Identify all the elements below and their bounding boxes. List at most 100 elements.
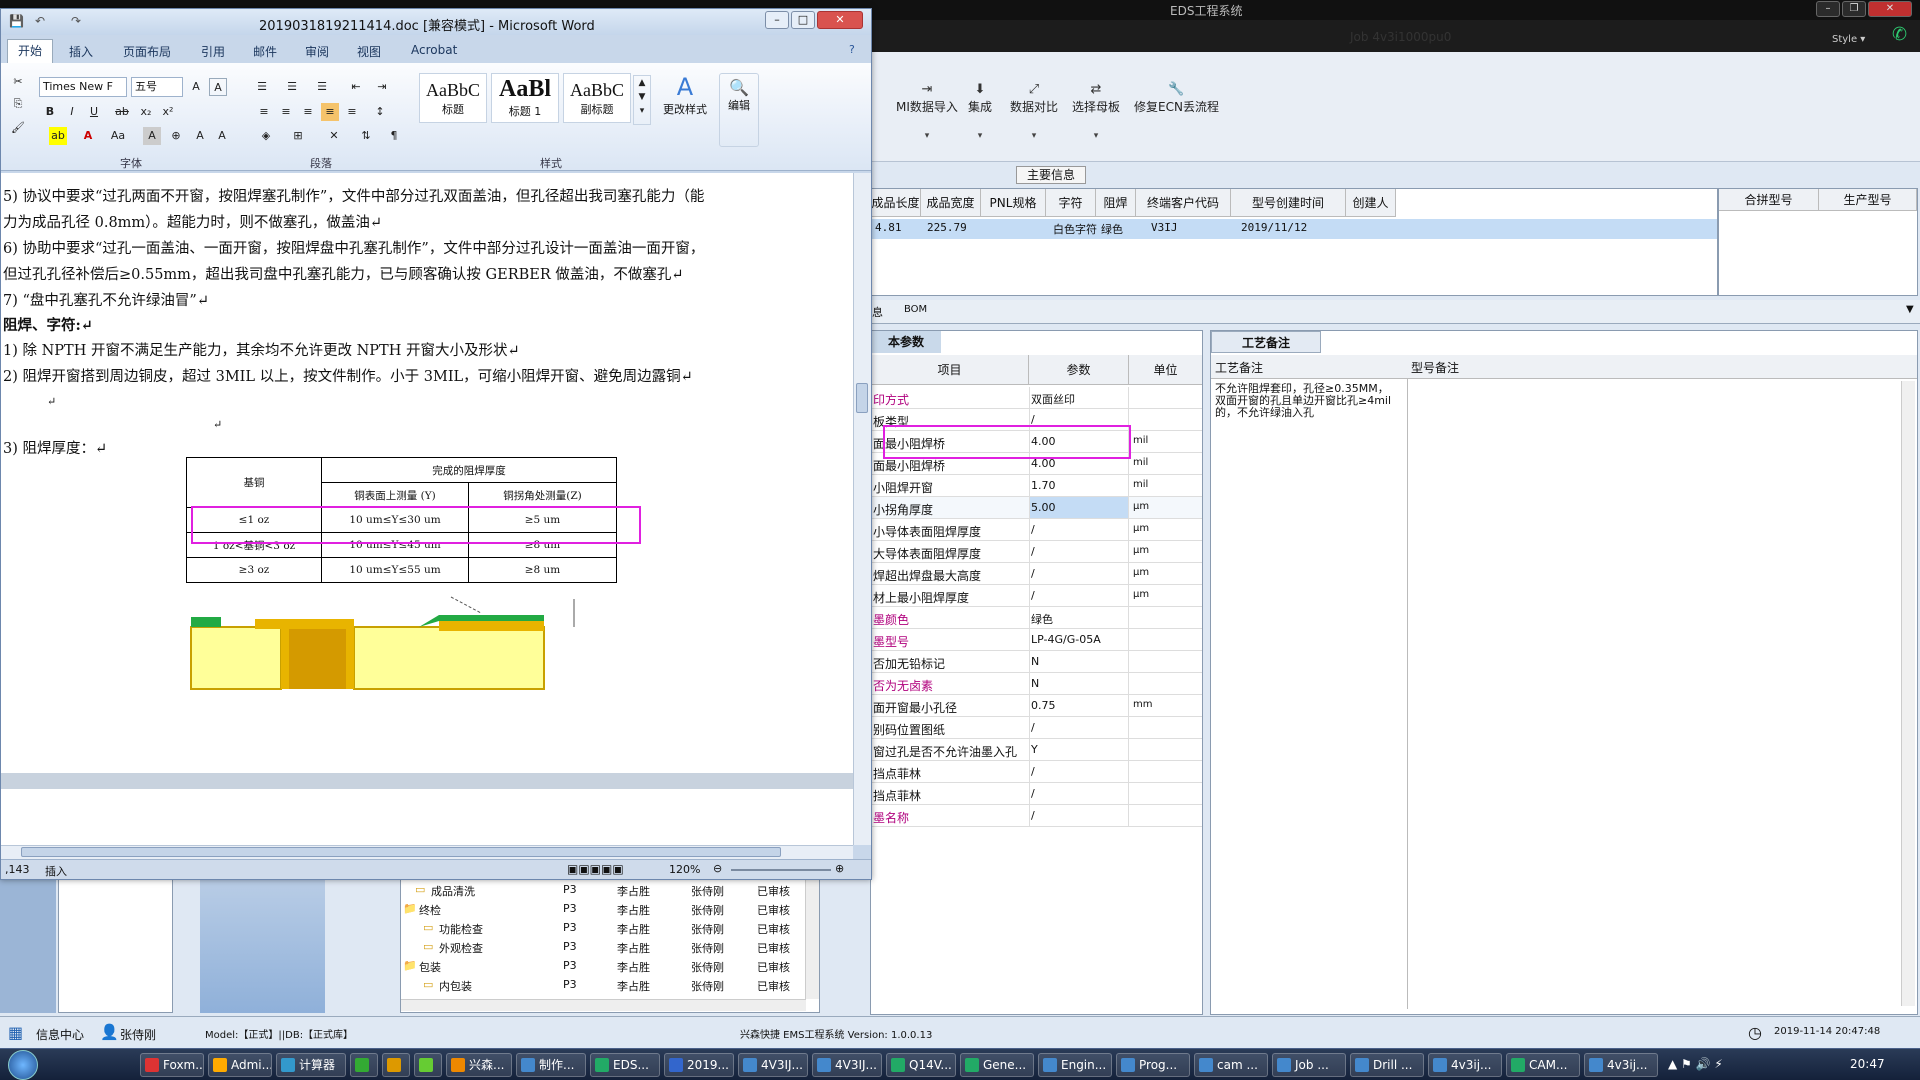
- grow-font-icon[interactable]: A: [187, 78, 205, 96]
- tab-references[interactable]: 引用: [201, 43, 225, 60]
- taskbar-clock[interactable]: 20:47: [1850, 1057, 1885, 1071]
- param-row[interactable]: 小拐角厚度 5.00 μm: [871, 497, 1202, 519]
- show-marks-icon[interactable]: ¶: [385, 127, 403, 145]
- taskbar-item[interactable]: 4v3ij...: [1428, 1053, 1502, 1077]
- zoom-slider[interactable]: [731, 869, 831, 871]
- tab-insert[interactable]: 插入: [69, 43, 93, 60]
- collapse-icon[interactable]: ▼: [1906, 304, 1914, 315]
- chinese-layout-icon[interactable]: ✕: [325, 127, 343, 145]
- shading-icon[interactable]: ◈: [257, 127, 275, 145]
- zoom-in-icon[interactable]: ⊕: [835, 862, 844, 875]
- multilevel-list-icon[interactable]: ☰: [313, 78, 331, 96]
- eds-close-button[interactable]: ✕: [1868, 1, 1912, 17]
- char-shading-icon[interactable]: A: [143, 127, 161, 145]
- tree-item[interactable]: 📁 终检 P3 李占胜 张侍刚 已审核: [401, 900, 801, 919]
- taskbar-item[interactable]: Job ...: [1272, 1053, 1346, 1077]
- tab-view[interactable]: 视图: [357, 43, 381, 60]
- param-row[interactable]: 墨名称 /: [871, 805, 1202, 827]
- col-header[interactable]: 参数: [1029, 355, 1129, 385]
- param-row[interactable]: 否为无卤素 N: [871, 673, 1202, 695]
- taskbar-item[interactable]: CAM...: [1506, 1053, 1580, 1077]
- param-value-cell[interactable]: [1029, 673, 1129, 694]
- integrate-button[interactable]: ⬇ 集成 ▾: [968, 82, 992, 141]
- insert-mode-status[interactable]: 插入: [45, 863, 67, 879]
- change-styles-button[interactable]: A 更改样式: [657, 73, 713, 117]
- col-header[interactable]: 型号创建时间: [1231, 189, 1346, 217]
- col-header[interactable]: 合拼型号: [1719, 189, 1819, 211]
- save-icon[interactable]: 💾: [9, 14, 24, 28]
- decrease-indent-icon[interactable]: ⇤: [347, 78, 365, 96]
- col-header[interactable]: 工艺备注: [1215, 359, 1263, 376]
- zoom-out-icon[interactable]: ⊖: [713, 862, 722, 875]
- grow-font-icon[interactable]: A: [191, 127, 209, 145]
- param-value-cell[interactable]: [1029, 761, 1129, 782]
- taskbar-item[interactable]: 4v3ij...: [1584, 1053, 1658, 1077]
- process-note-text[interactable]: 不允许阻焊套印，孔径≥0.35MM，双面开窗的孔且单边开窗比孔≥4mil的，不允…: [1215, 383, 1395, 419]
- style-dropdown[interactable]: Style ▾: [1832, 34, 1865, 45]
- taskbar-item[interactable]: 兴森...: [446, 1053, 512, 1077]
- taskbar-item[interactable]: 2019...: [664, 1053, 734, 1077]
- word-maximize-button[interactable]: □: [791, 11, 815, 29]
- style-title[interactable]: AaBbC 标题: [419, 73, 487, 123]
- param-row[interactable]: 否加无铅标记 N: [871, 651, 1202, 673]
- param-value-cell[interactable]: [1029, 519, 1129, 540]
- select-board-button[interactable]: ⇄ 选择母板 ▾: [1072, 82, 1120, 141]
- col-header[interactable]: 创建人: [1346, 189, 1396, 217]
- scrollbar[interactable]: [805, 879, 819, 999]
- phone-icon[interactable]: ✆: [1892, 24, 1907, 45]
- change-case-icon[interactable]: Aa: [109, 127, 127, 145]
- col-header[interactable]: 单位: [1129, 355, 1202, 385]
- mi-import-button[interactable]: ⇥ MI数据导入 ▾: [896, 82, 958, 141]
- param-row[interactable]: 墨型号 LP-4G/G-05A: [871, 629, 1202, 651]
- nav-panel[interactable]: [200, 878, 325, 1013]
- param-row[interactable]: 挡点菲林 /: [871, 783, 1202, 805]
- increase-indent-icon[interactable]: ⇥: [373, 78, 391, 96]
- enclose-char-icon[interactable]: ⊕: [167, 127, 185, 145]
- param-value-cell[interactable]: [1029, 805, 1129, 826]
- repair-ecn-button[interactable]: 🔧 修复ECN丢流程: [1134, 82, 1219, 115]
- taskbar-item[interactable]: [414, 1053, 442, 1077]
- tree-item[interactable]: ▭ 内包装 P3 李占胜 张侍刚 已审核: [401, 976, 801, 995]
- col-header[interactable]: 字符: [1046, 189, 1096, 217]
- strikethrough-icon[interactable]: ab: [113, 103, 131, 121]
- align-left-icon[interactable]: ≡: [255, 103, 273, 121]
- underline-icon[interactable]: U: [85, 103, 103, 121]
- taskbar-item[interactable]: cam ...: [1194, 1053, 1268, 1077]
- shrink-font-icon[interactable]: A: [213, 127, 231, 145]
- redo-icon[interactable]: ↷: [71, 14, 81, 28]
- superscript-icon[interactable]: x²: [159, 103, 177, 121]
- tray-icons[interactable]: ▲ ⚑ 🔊 ⚡: [1668, 1057, 1723, 1071]
- col-header[interactable]: PNL规格: [981, 189, 1046, 217]
- zoom-level[interactable]: 120%: [669, 863, 700, 876]
- col-header[interactable]: 成品长度: [871, 189, 921, 217]
- font-color-icon[interactable]: A: [79, 127, 97, 145]
- tab-home[interactable]: 开始: [7, 39, 54, 63]
- tree-item[interactable]: ▭ 功能检查 P3 李占胜 张侍刚 已审核: [401, 919, 801, 938]
- subscript-icon[interactable]: x₂: [137, 103, 155, 121]
- taskbar-item[interactable]: 制作...: [516, 1053, 586, 1077]
- param-value-cell[interactable]: [1029, 717, 1129, 738]
- horizontal-scrollbar[interactable]: [1, 845, 853, 859]
- undo-icon[interactable]: ↶: [35, 14, 45, 28]
- document-page-next[interactable]: [1, 789, 853, 845]
- param-value-cell[interactable]: [1029, 783, 1129, 804]
- param-row[interactable]: 小导体表面阻焊厚度 / μm: [871, 519, 1202, 541]
- param-value-cell[interactable]: [1029, 563, 1129, 584]
- compare-button[interactable]: ⤢ 数据对比 ▾: [1010, 82, 1058, 141]
- tab-bom[interactable]: BOM: [904, 304, 927, 315]
- font-size-dropdown[interactable]: 五号: [131, 77, 183, 97]
- col-header[interactable]: 阻焊: [1096, 189, 1136, 217]
- taskbar-item[interactable]: Drill ...: [1350, 1053, 1424, 1077]
- style-heading-1[interactable]: AaBl 标题 1: [491, 73, 559, 123]
- tree-item[interactable]: ▭ 外观检查 P3 李占胜 张侍刚 已审核: [401, 938, 801, 957]
- bold-icon[interactable]: B: [41, 103, 59, 121]
- scroll-thumb[interactable]: [21, 847, 781, 857]
- param-row[interactable]: 焊超出焊盘最大高度 / μm: [871, 563, 1202, 585]
- char-border-icon[interactable]: A: [209, 78, 227, 96]
- eds-minimize-button[interactable]: –: [1816, 1, 1840, 17]
- view-buttons[interactable]: ▣▣▣▣▣: [567, 862, 624, 876]
- borders-icon[interactable]: ⊞: [289, 127, 307, 145]
- param-value-cell[interactable]: [1029, 651, 1129, 672]
- taskbar-item[interactable]: Engin...: [1038, 1053, 1112, 1077]
- tab-process-remarks[interactable]: 工艺备注: [1211, 331, 1321, 353]
